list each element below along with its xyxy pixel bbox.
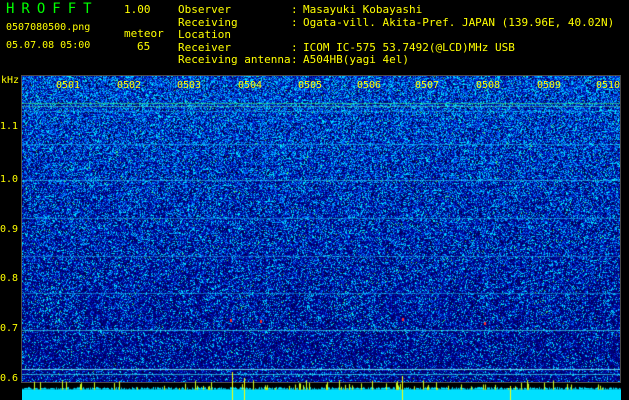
x-tick-label: 0509 (537, 80, 562, 91)
x-tick-label: 0503 (177, 80, 202, 91)
x-tick-label: 0505 (298, 80, 323, 91)
meteor-label: meteor (124, 27, 164, 40)
info-value: Masayuki Kobayashi (303, 3, 423, 16)
version-label: 1.00 (124, 3, 151, 16)
x-tick-label: 0502 (117, 80, 142, 91)
app-title: HROFFT (6, 1, 99, 17)
signal-spikes (22, 370, 621, 400)
info-colon: : (291, 53, 298, 66)
info-value: A504HB(yagi 4el) (303, 53, 409, 66)
x-tick-label: 0508 (476, 80, 501, 91)
spectrogram-canvas (22, 76, 621, 382)
y-tick-label: 0.8 (0, 273, 19, 284)
info-row-antenna: Receiving antenna : A504HB(yagi 4el) (178, 53, 614, 67)
info-key: Receiving Location (178, 15, 238, 41)
meteor-count: 65 (137, 40, 151, 53)
timestamp-label: 05.07.08 05:00 (6, 40, 91, 51)
info-row-observer: Observer : Masayuki Kobayashi (178, 3, 614, 17)
info-key: Observer (178, 3, 231, 16)
y-tick-label: 1.0 (0, 174, 19, 185)
filename-label: 0507080500.png (6, 22, 91, 33)
y-tick-label: 0.9 (0, 224, 19, 235)
info-colon: : (291, 3, 298, 16)
info-row-location: Receiving Location : Ogata-vill. Akita-P… (178, 15, 615, 42)
info-key: Receiving antenna (178, 53, 291, 66)
info-colon: : (291, 15, 298, 29)
x-tick-label: 0506 (357, 80, 382, 91)
y-tick-label: 1.1 (0, 121, 19, 132)
x-tick-label: 0501 (56, 80, 81, 91)
x-tick-label: 0507 (415, 80, 440, 91)
y-tick-label: 0.7 (0, 323, 19, 334)
x-tick-label: 0510 (596, 80, 621, 91)
station-info: Observer : Masayuki Kobayashi Receiving … (178, 3, 615, 67)
y-tick-label: 0.6 (0, 373, 19, 384)
x-tick-label: 0504 (238, 80, 263, 91)
info-value: Ogata-vill. Akita-Pref. JAPAN (139.96E, … (303, 15, 615, 29)
frequency-unit-label: kHz (1, 75, 20, 86)
